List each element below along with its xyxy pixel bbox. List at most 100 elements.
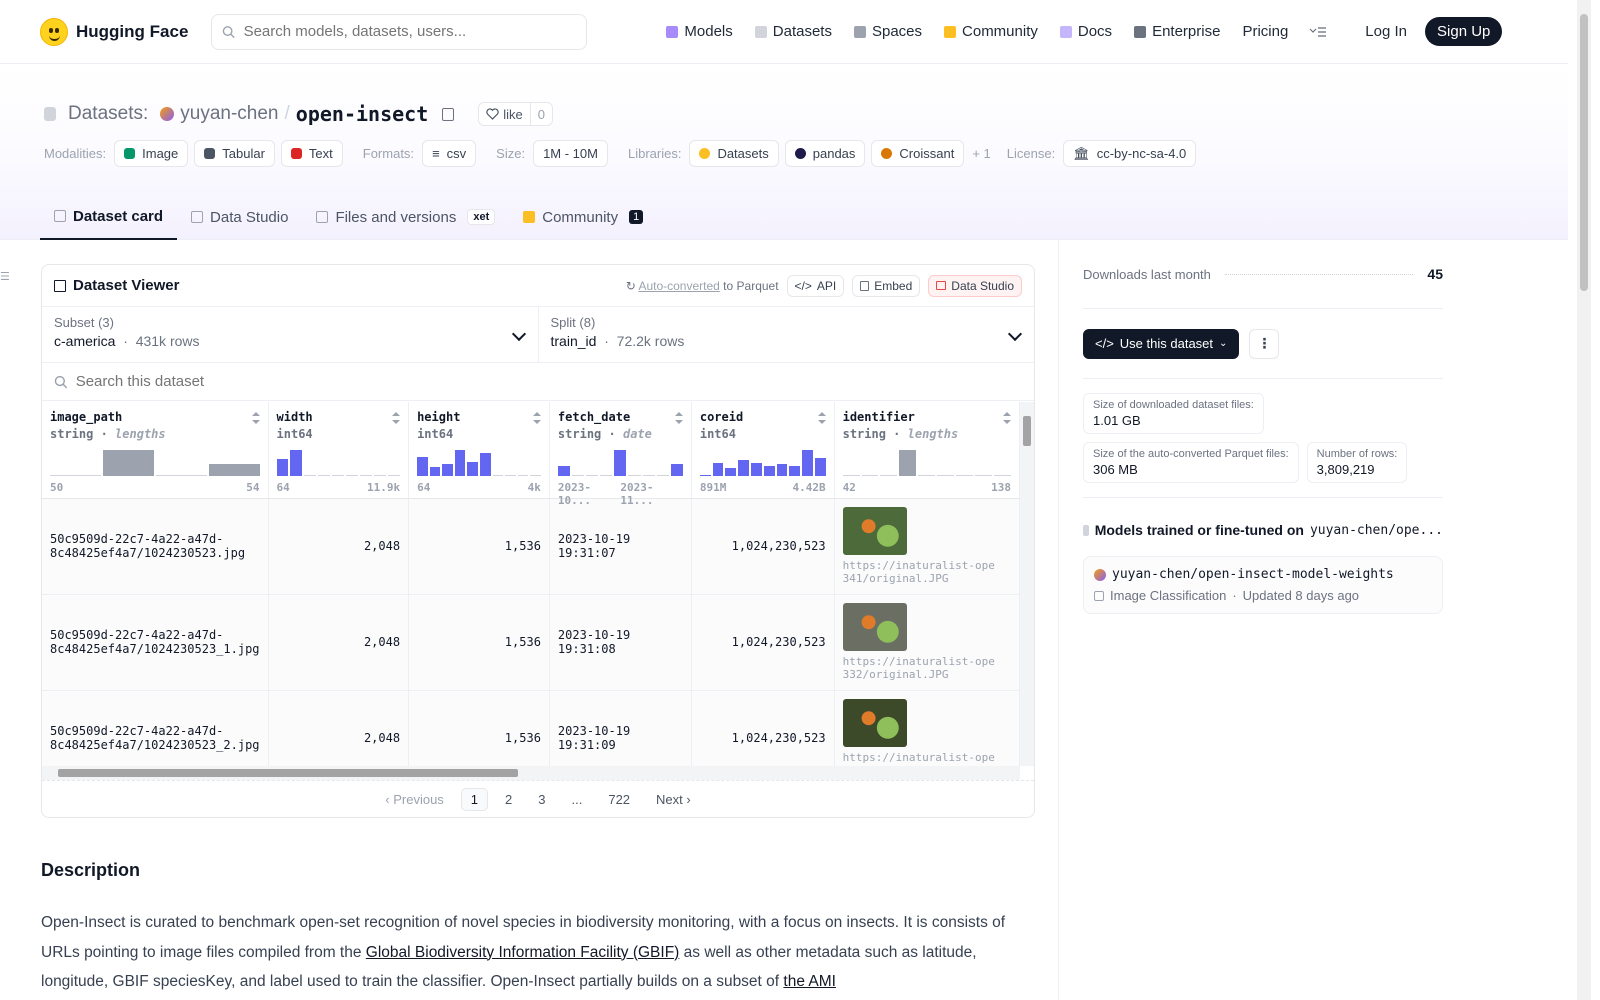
library-tag-croissant[interactable]: Croissant bbox=[871, 140, 965, 167]
cell-identifier[interactable]: https://inaturalist-ope bbox=[834, 690, 1020, 766]
histogram-bar[interactable] bbox=[656, 475, 669, 476]
table-vertical-scrollbar[interactable] bbox=[1020, 402, 1034, 766]
identifier-url-tail[interactable]: 332/original.JPG bbox=[843, 668, 1011, 681]
column-header-width[interactable]: width int64 64 11.9k bbox=[268, 402, 410, 499]
cell-height[interactable]: 1,536 bbox=[408, 498, 550, 595]
nav-link-community[interactable]: Community bbox=[933, 23, 1049, 40]
subset-select[interactable]: Subset (3) c-america · 431k rows bbox=[42, 307, 538, 362]
dataset-search-input[interactable] bbox=[75, 373, 1022, 390]
cell-width[interactable]: 2,048 bbox=[268, 594, 410, 691]
modality-tag-tabular[interactable]: Tabular bbox=[194, 140, 275, 167]
histogram-bar[interactable] bbox=[670, 464, 683, 476]
data-studio-button[interactable]: Data Studio bbox=[928, 274, 1022, 297]
histogram-bar[interactable] bbox=[346, 475, 359, 476]
modality-tag-text[interactable]: Text bbox=[280, 140, 343, 167]
table-row[interactable]: 50c9509d-22c7-4a22-a47d-8c48425ef4a7/102… bbox=[42, 594, 1020, 691]
login-link[interactable]: Log In bbox=[1355, 23, 1417, 40]
histogram-bar[interactable] bbox=[614, 450, 627, 476]
use-dataset-button[interactable]: </> Use this dataset ⌄ bbox=[1083, 328, 1240, 359]
like-button[interactable]: like 0 bbox=[478, 102, 553, 126]
histogram-bar[interactable] bbox=[208, 464, 260, 476]
api-button[interactable]: </> API bbox=[786, 274, 845, 297]
histogram-bar[interactable] bbox=[763, 465, 775, 476]
column-header-coreid[interactable]: coreid int64 891M 4.42B bbox=[691, 402, 835, 499]
column-header-fetch-date[interactable]: fetch_date string · date 2023-10... 2023-11… bbox=[549, 402, 692, 507]
nav-link-spaces[interactable]: Spaces bbox=[843, 23, 933, 40]
insect-thumbnail[interactable] bbox=[842, 698, 907, 747]
histogram-bar[interactable] bbox=[699, 474, 711, 476]
more-menu-icon[interactable] bbox=[1299, 26, 1337, 38]
histogram-bar[interactable] bbox=[776, 464, 788, 476]
insect-thumbnail[interactable] bbox=[842, 506, 907, 555]
global-search[interactable] bbox=[211, 13, 588, 50]
sort-icon[interactable] bbox=[817, 412, 826, 424]
histogram-bar[interactable] bbox=[417, 456, 428, 476]
histogram-bar[interactable] bbox=[600, 475, 613, 476]
tab-data-studio[interactable]: Data Studio bbox=[177, 194, 302, 240]
histogram-bar[interactable] bbox=[802, 450, 813, 476]
histogram-bar[interactable] bbox=[318, 475, 331, 476]
histogram-bar[interactable] bbox=[994, 475, 1012, 476]
column-histogram[interactable] bbox=[557, 450, 683, 476]
owner-link[interactable]: yuyan-chen bbox=[180, 103, 278, 125]
dataset-search[interactable] bbox=[42, 363, 1034, 401]
repo-name-link[interactable]: open-insect bbox=[296, 102, 428, 126]
cell-image-path[interactable]: 50c9509d-22c7-4a22-a47d-8c48425ef4a7/102… bbox=[42, 690, 269, 766]
histogram-bar[interactable] bbox=[642, 475, 655, 476]
histogram-bar[interactable] bbox=[789, 465, 801, 476]
cell-height[interactable]: 1,536 bbox=[408, 690, 550, 766]
size-tag[interactable]: 1M - 10M bbox=[533, 140, 608, 167]
column-header-identifier[interactable]: identifier string · lengths 42 138 bbox=[834, 402, 1020, 499]
cell-fetch-date[interactable]: 2023-10-19 19:31:09 bbox=[549, 690, 692, 766]
cell-identifier[interactable]: https://inaturalist-ope 332/original.JPG bbox=[834, 594, 1020, 691]
cell-fetch-date[interactable]: 2023-10-19 19:31:08 bbox=[549, 594, 692, 691]
nav-link-models[interactable]: Models bbox=[655, 23, 743, 40]
auto-converted-link[interactable]: Auto-converted bbox=[638, 279, 719, 293]
sort-icon[interactable] bbox=[392, 412, 401, 424]
cell-coreid[interactable]: 1,024,230,523 bbox=[691, 690, 835, 766]
page-3[interactable]: 3 bbox=[529, 789, 554, 810]
cell-height[interactable]: 1,536 bbox=[408, 594, 550, 691]
tab-files-and-versions[interactable]: Files and versions xet bbox=[302, 194, 509, 240]
nav-link-enterprise[interactable]: Enterprise bbox=[1123, 23, 1231, 40]
histogram-bar[interactable] bbox=[937, 475, 955, 476]
tab-dataset-card[interactable]: Dataset card bbox=[40, 194, 178, 240]
column-histogram[interactable] bbox=[50, 450, 260, 476]
histogram-bar[interactable] bbox=[374, 475, 387, 476]
sort-icon[interactable] bbox=[1003, 412, 1011, 424]
format-tag-csv[interactable]: ≡ csv bbox=[422, 140, 477, 167]
nav-link-pricing[interactable]: Pricing bbox=[1231, 23, 1299, 40]
sort-icon[interactable] bbox=[251, 412, 260, 424]
histogram-bar[interactable] bbox=[725, 468, 737, 476]
next-page-button[interactable]: Next › bbox=[647, 789, 700, 810]
sort-icon[interactable] bbox=[674, 412, 683, 424]
column-histogram[interactable] bbox=[276, 450, 401, 476]
brand-logo[interactable]: Hugging Face bbox=[40, 17, 188, 46]
signup-button[interactable]: Sign Up bbox=[1425, 17, 1503, 46]
histogram-bar[interactable] bbox=[442, 464, 453, 476]
column-header-height[interactable]: height int64 64 4k bbox=[408, 402, 550, 499]
cell-coreid[interactable]: 1,024,230,523 bbox=[691, 498, 835, 595]
ami-link[interactable]: the AMI bbox=[783, 973, 836, 990]
histogram-bar[interactable] bbox=[50, 475, 101, 476]
model-card[interactable]: yuyan-chen/open-insect-model-weights Ima… bbox=[1083, 556, 1443, 614]
histogram-bar[interactable] bbox=[586, 475, 599, 476]
split-select[interactable]: Split (8) train_id · 72.2k rows bbox=[537, 307, 1035, 362]
histogram-bar[interactable] bbox=[290, 450, 303, 476]
histogram-bar[interactable] bbox=[712, 463, 724, 476]
histogram-bar[interactable] bbox=[880, 475, 898, 476]
repo-kind-link[interactable]: Datasets: bbox=[68, 103, 148, 125]
page-2[interactable]: 2 bbox=[496, 789, 521, 810]
more-options-icon[interactable]: ⋮ bbox=[1249, 328, 1280, 359]
identifier-url-tail[interactable]: 341/original.JPG bbox=[843, 572, 1011, 585]
histogram-bar[interactable] bbox=[956, 475, 974, 476]
gbif-link[interactable]: Global Biodiversity Information Facility… bbox=[366, 944, 680, 961]
global-search-input[interactable] bbox=[243, 23, 577, 40]
table-row[interactable]: 50c9509d-22c7-4a22-a47d-8c48425ef4a7/102… bbox=[42, 498, 1020, 595]
histogram-bar[interactable] bbox=[572, 475, 585, 476]
cell-fetch-date[interactable]: 2023-10-19 19:31:07 bbox=[549, 498, 692, 595]
histogram-bar[interactable] bbox=[557, 465, 571, 476]
histogram-bar[interactable] bbox=[304, 475, 317, 476]
library-tag-datasets[interactable]: Datasets bbox=[689, 140, 779, 167]
histogram-bar[interactable] bbox=[276, 459, 289, 476]
